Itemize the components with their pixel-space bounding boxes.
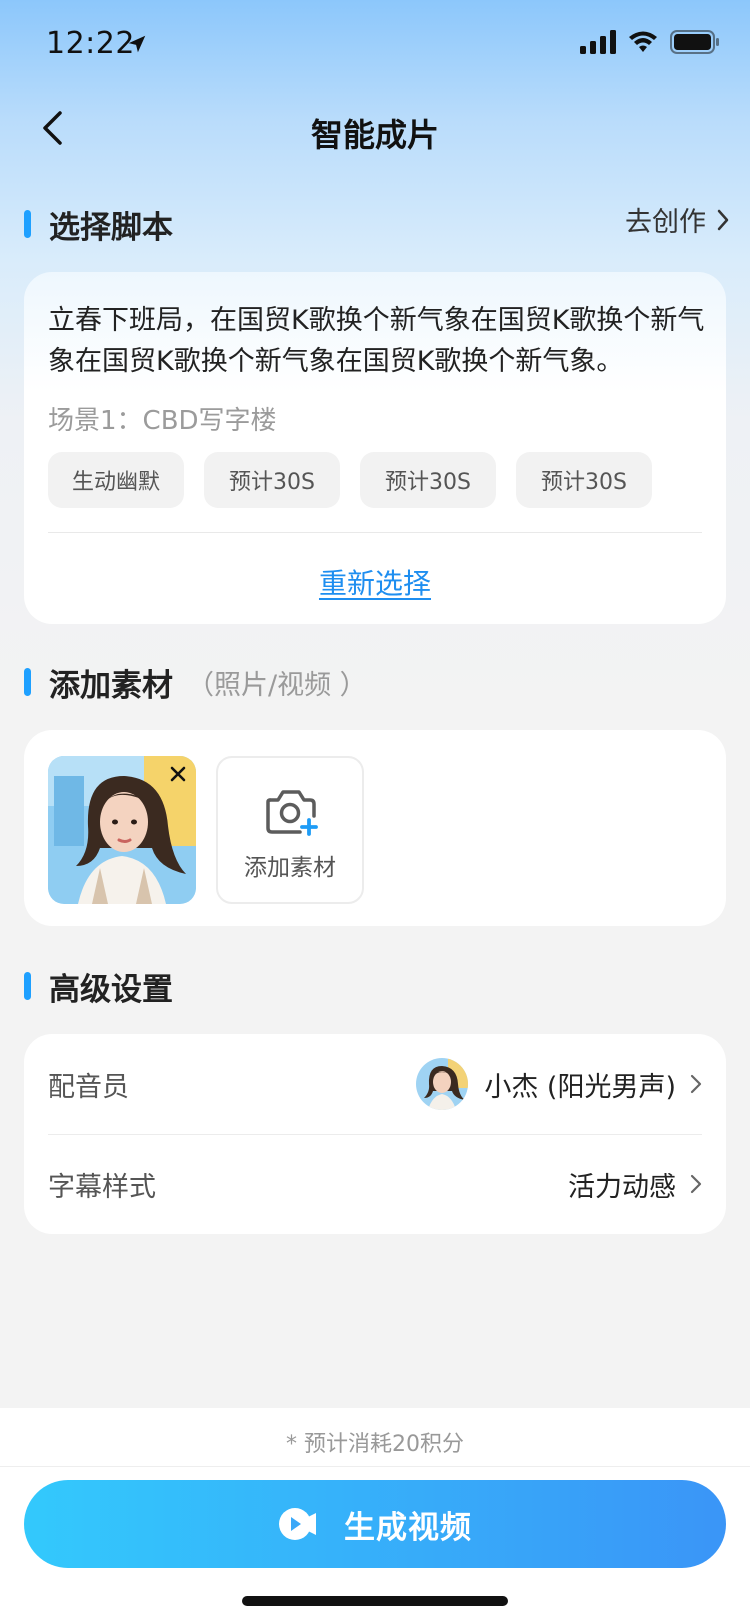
page-title: 智能成片 (310, 116, 439, 154)
video-camera-icon (279, 1508, 316, 1540)
settings-row-voice[interactable]: 配音员 小杰 (阳光男声) (48, 1034, 702, 1134)
voice-value: 小杰 (阳光男声) (484, 1071, 676, 1103)
section-header-material: 添加素材 （照片/视频 ） (24, 662, 367, 704)
section-subtitle-material: （照片/视频 ） (187, 669, 367, 701)
location-arrow-icon (128, 35, 146, 53)
wifi-icon (629, 31, 657, 52)
section-title-script: 选择脚本 (49, 209, 173, 246)
section-title-advanced: 高级设置 (49, 971, 173, 1008)
chevron-right-icon (690, 1174, 702, 1194)
camera-plus-icon (266, 790, 318, 836)
voice-avatar (416, 1058, 469, 1110)
generate-video-label: 生成视频 (344, 1509, 472, 1546)
chevron-right-icon (690, 1074, 702, 1094)
status-time: 12:22 (46, 26, 135, 61)
settings-row-subtitle-style[interactable]: 字幕样式 活力动感 (48, 1134, 702, 1234)
script-tag: 预计30S (516, 452, 652, 508)
script-scene: 场景1：CBD写字楼 (48, 406, 277, 436)
script-tag: 生动幽默 (48, 452, 184, 508)
section-title-material: 添加素材 (49, 667, 173, 704)
go-create-label: 去创作 (625, 207, 706, 238)
status-bar: 12:22 (0, 0, 750, 90)
go-create-link[interactable]: 去创作 (625, 200, 730, 239)
remove-material-button[interactable] (166, 762, 190, 786)
cellular-signal-icon (580, 30, 616, 54)
section-header-advanced: 高级设置 (24, 966, 173, 1008)
section-accent-bar (24, 972, 31, 1000)
add-material-button[interactable]: 添加素材 (216, 756, 364, 904)
section-accent-bar (24, 668, 31, 696)
settings-row-label: 配音员 (48, 1071, 129, 1103)
divider (48, 532, 702, 533)
settings-row-label: 字幕样式 (48, 1171, 156, 1203)
reselect-link[interactable]: 重新选择 (24, 562, 726, 602)
script-tag: 预计30S (204, 452, 340, 508)
subtitle-style-value: 活力动感 (568, 1171, 676, 1203)
home-indicator (242, 1596, 508, 1606)
chevron-right-icon (717, 209, 729, 230)
material-card: 添加素材 (24, 730, 726, 926)
script-tag: 预计30S (360, 452, 496, 508)
close-icon (170, 766, 186, 782)
bottom-bar: * 预计消耗20积分 生成视频 (0, 1408, 750, 1624)
battery-icon (670, 30, 719, 54)
settings-card: 配音员 小杰 (阳光男声) 字幕样式 活力动感 (24, 1034, 726, 1234)
divider (0, 1466, 750, 1467)
script-tags: 生动幽默 预计30S 预计30S 预计30S (48, 452, 652, 508)
points-cost-hint: * 预计消耗20积分 (286, 1432, 464, 1457)
section-accent-bar (24, 210, 31, 238)
script-text: 立春下班局，在国贸K歌换个新气象在国贸K歌换个新气象在国贸K歌换个新气象在国贸K… (48, 305, 705, 377)
section-header-script: 选择脚本 (24, 204, 173, 246)
script-card: 立春下班局，在国贸K歌换个新气象在国贸K歌换个新气象在国贸K歌换个新气象在国贸K… (24, 272, 726, 624)
generate-video-button[interactable]: 生成视频 (24, 1480, 726, 1568)
nav-bar: 智能成片 (0, 92, 750, 168)
add-material-label: 添加素材 (244, 855, 336, 881)
